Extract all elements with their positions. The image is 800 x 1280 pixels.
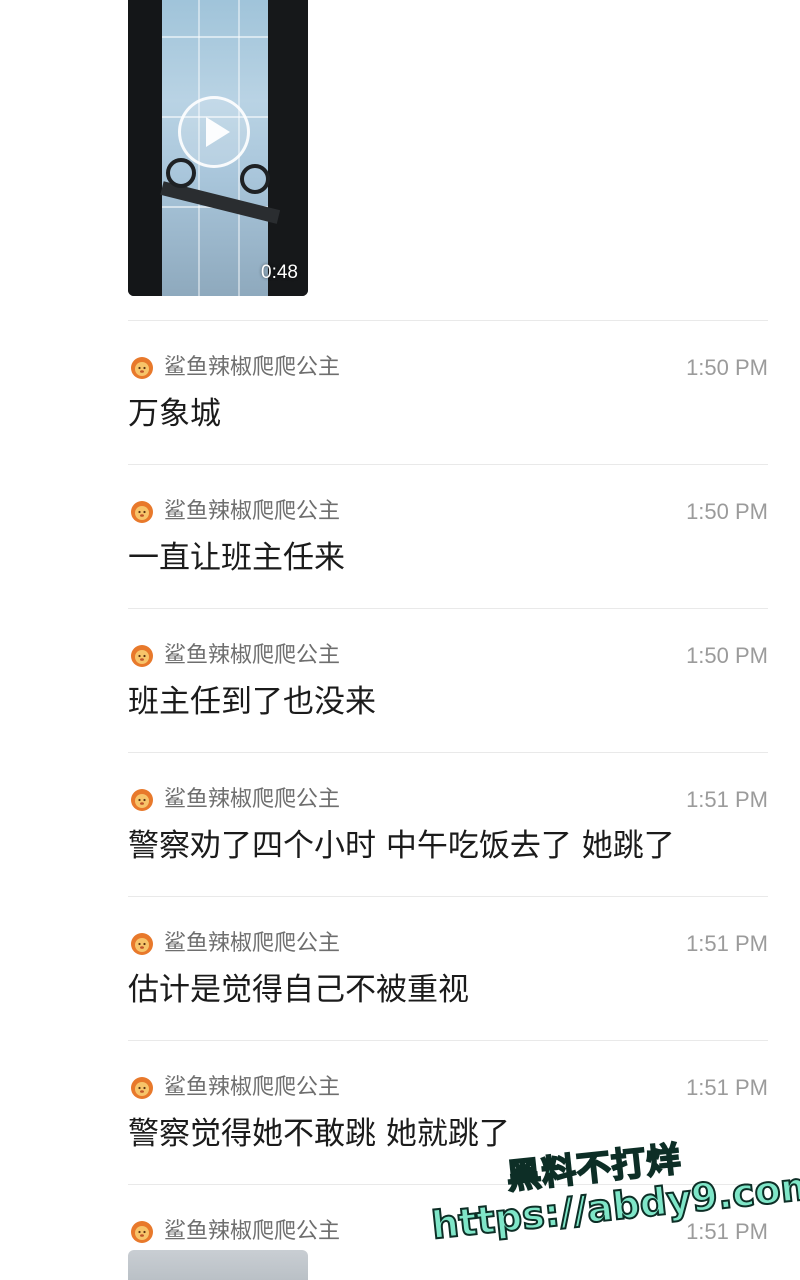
image-thumbnail[interactable] — [128, 1250, 308, 1280]
message-time: 1:50 PM — [686, 499, 768, 524]
message-time: 1:51 PM — [686, 787, 768, 812]
message-time: 1:50 PM — [686, 355, 768, 380]
message-divider — [128, 1040, 768, 1041]
message-divider — [128, 320, 768, 321]
sender-name[interactable]: 鲨鱼辣椒爬爬公主 — [164, 930, 340, 958]
sender-name[interactable]: 鲨鱼辣椒爬爬公主 — [164, 642, 340, 670]
sender-name[interactable]: 鲨鱼辣椒爬爬公主 — [164, 354, 340, 382]
window-knob — [240, 164, 270, 194]
window-frame-right — [268, 0, 308, 296]
message-text: 班主任到了也没来 — [128, 684, 376, 720]
sender-name[interactable]: 鲨鱼辣椒爬爬公主 — [164, 1218, 340, 1246]
message-text: 警察觉得她不敢跳 她就跳了 — [128, 1116, 510, 1152]
message-divider — [128, 464, 768, 465]
sender-name[interactable]: 鲨鱼辣椒爬爬公主 — [164, 786, 340, 814]
message-divider — [128, 752, 768, 753]
message-item: 鲨鱼辣椒爬爬公主 1:51 PM 警察劝了四个小时 中午吃饭去了 她跳了 — [128, 752, 768, 896]
video-thumbnail[interactable]: 0:48 — [128, 0, 308, 296]
message-divider — [128, 608, 768, 609]
lion-face-icon[interactable] — [130, 788, 154, 812]
chat-screen: 0:48 鲨鱼辣椒爬爬公主 1:50 PM 万象城 鲨鱼辣椒爬爬公主 1:50 … — [0, 0, 800, 1280]
lion-face-icon[interactable] — [130, 932, 154, 956]
message-text: 警察劝了四个小时 中午吃饭去了 她跳了 — [128, 828, 675, 864]
window-frame-left — [128, 0, 162, 296]
message-time: 1:50 PM — [686, 643, 768, 668]
message-item: 鲨鱼辣椒爬爬公主 1:50 PM 一直让班主任来 — [128, 464, 768, 608]
sender-name[interactable]: 鲨鱼辣椒爬爬公主 — [164, 498, 340, 526]
message-time: 1:51 PM — [686, 1075, 768, 1100]
message-item: 鲨鱼辣椒爬爬公主 1:50 PM 班主任到了也没来 — [128, 608, 768, 752]
message-text: 一直让班主任来 — [128, 540, 345, 576]
message-item: 鲨鱼辣椒爬爬公主 1:51 PM 估计是觉得自己不被重视 — [128, 896, 768, 1040]
play-triangle — [206, 117, 230, 147]
message-item: 鲨鱼辣椒爬爬公主 1:50 PM 万象城 — [128, 320, 768, 464]
window-grid-line — [158, 36, 270, 38]
message-divider — [128, 896, 768, 897]
lion-face-icon[interactable] — [130, 644, 154, 668]
video-duration: 0:48 — [261, 262, 298, 283]
sender-name[interactable]: 鲨鱼辣椒爬爬公主 — [164, 1074, 340, 1102]
message-text: 万象城 — [128, 396, 221, 432]
message-text: 估计是觉得自己不被重视 — [128, 972, 469, 1008]
lion-face-icon[interactable] — [130, 356, 154, 380]
lion-face-icon[interactable] — [130, 500, 154, 524]
lion-face-icon[interactable] — [130, 1220, 154, 1244]
message-time: 1:51 PM — [686, 931, 768, 956]
lion-face-icon[interactable] — [130, 1076, 154, 1100]
window-knob — [166, 158, 196, 188]
